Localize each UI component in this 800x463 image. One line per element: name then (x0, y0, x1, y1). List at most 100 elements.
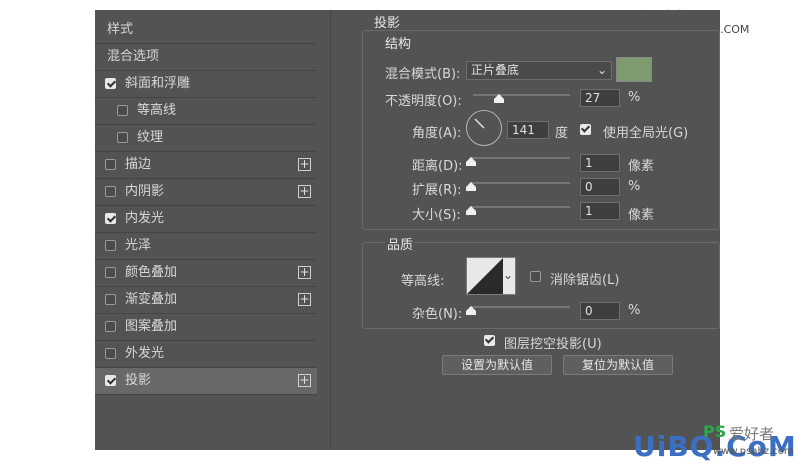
sidebar-item[interactable]: 渐变叠加 + (95, 287, 317, 313)
sidebar-item-label: 斜面和浮雕 (125, 76, 191, 91)
spread-value: 0 (585, 180, 593, 194)
sidebar-item-label: 内阴影 (125, 184, 165, 199)
watermark-ps: PS (703, 422, 727, 441)
sidebar-styles-label: 样式 (107, 22, 134, 37)
sidebar-item-checkbox[interactable] (117, 105, 128, 116)
sidebar-item[interactable]: 投影 + (95, 368, 317, 394)
add-icon[interactable]: + (298, 374, 311, 387)
sidebar-item[interactable]: 外发光 (95, 341, 317, 367)
global-light-checkbox[interactable] (580, 124, 591, 135)
sidebar-item-label: 描边 (125, 157, 152, 172)
size-value: 1 (585, 204, 593, 218)
sidebar-blend-options[interactable]: 混合选项 (95, 44, 317, 70)
angle-unit: 度 (555, 126, 569, 141)
add-icon[interactable]: + (298, 293, 311, 306)
section-title: 投影 (374, 16, 401, 31)
noise-unit: % (628, 303, 641, 318)
shadow-color-swatch[interactable] (616, 57, 652, 82)
sidebar-item-label: 渐变叠加 (125, 292, 178, 307)
sidebar-item-label: 内发光 (125, 211, 165, 226)
add-icon[interactable]: + (298, 158, 311, 171)
chevron-down-icon: ⌄ (596, 63, 607, 77)
opacity-input[interactable]: 27 (580, 89, 620, 107)
knockout-checkbox[interactable] (484, 335, 495, 346)
sidebar-styles[interactable]: 样式 (95, 17, 317, 43)
chevron-down-icon: ⌄ (502, 268, 513, 282)
angle-dial[interactable] (466, 110, 502, 146)
angle-dial-needle (474, 118, 485, 129)
distance-value: 1 (585, 156, 593, 170)
sidebar-item-checkbox[interactable] (105, 375, 116, 386)
contour-label: 等高线: (401, 274, 445, 289)
opacity-slider-track[interactable] (473, 94, 570, 96)
sidebar-item[interactable]: 纹理 (95, 125, 317, 151)
contour-picker[interactable]: ⌄ (466, 257, 516, 295)
blend-mode-value: 正片叠底 (471, 63, 520, 77)
opacity-unit: % (628, 90, 641, 105)
distance-label: 距离(D): (412, 159, 463, 174)
spread-slider-track[interactable] (470, 182, 570, 184)
contour-preview (467, 258, 503, 294)
noise-label: 杂色(N): (412, 307, 463, 322)
make-default-button[interactable]: 设置为默认值 (442, 355, 552, 375)
sidebar-item-checkbox[interactable] (105, 240, 116, 251)
sidebar-item-checkbox[interactable] (105, 159, 116, 170)
sidebar-item-checkbox[interactable] (105, 186, 116, 197)
distance-slider-track[interactable] (470, 157, 570, 159)
sidebar-item-checkbox[interactable] (105, 348, 116, 359)
distance-input[interactable]: 1 (580, 154, 620, 172)
panel-divider (330, 10, 331, 450)
add-icon[interactable]: + (298, 266, 311, 279)
watermark-bottom: UiBQ.CoM PS 爱好者 www.psahz.com (633, 420, 800, 463)
watermark-tagline: 爱好者 (729, 425, 775, 443)
structure-title: 结构 (385, 37, 412, 52)
angle-label: 角度(A): (412, 126, 462, 141)
sidebar-item[interactable]: 颜色叠加 + (95, 260, 317, 286)
divider (95, 394, 317, 395)
sidebar-item-checkbox[interactable] (117, 132, 128, 143)
spread-unit: % (628, 179, 641, 194)
distance-unit: 像素 (628, 159, 655, 174)
size-unit: 像素 (628, 208, 655, 223)
sidebar-item-label: 投影 (125, 373, 152, 388)
anti-alias-checkbox[interactable] (530, 271, 541, 282)
anti-alias-label: 消除锯齿(L) (550, 273, 620, 288)
sidebar-item-checkbox[interactable] (105, 213, 116, 224)
sidebar-item[interactable]: 斜面和浮雕 (95, 71, 317, 97)
sidebar-item-checkbox[interactable] (105, 78, 116, 89)
sidebar-item[interactable]: 图案叠加 (95, 314, 317, 340)
watermark-url: www.psahz.com (713, 446, 794, 457)
noise-input[interactable]: 0 (580, 302, 620, 320)
knockout-label: 图层挖空投影(U) (504, 337, 602, 352)
sidebar-item[interactable]: 内发光 (95, 206, 317, 232)
noise-value: 0 (585, 304, 593, 318)
sidebar-item-label: 纹理 (137, 130, 164, 145)
angle-input[interactable]: 141 (507, 121, 549, 139)
sidebar-item-label: 光泽 (125, 238, 152, 253)
sidebar-item-label: 等高线 (137, 103, 177, 118)
spread-label: 扩展(R): (412, 183, 462, 198)
opacity-value: 27 (585, 91, 601, 105)
quality-title: 品质 (385, 234, 416, 253)
sidebar-item[interactable]: 内阴影 + (95, 179, 317, 205)
sidebar-item-label: 外发光 (125, 346, 165, 361)
sidebar-blend-options-label: 混合选项 (107, 49, 160, 64)
opacity-label: 不透明度(O): (385, 94, 462, 109)
sidebar-item-checkbox[interactable] (105, 321, 116, 332)
sidebar-item[interactable]: 光泽 (95, 233, 317, 259)
reset-default-button[interactable]: 复位为默认值 (563, 355, 673, 375)
global-light-label: 使用全局光(G) (603, 126, 689, 141)
add-icon[interactable]: + (298, 185, 311, 198)
spread-input[interactable]: 0 (580, 178, 620, 196)
angle-value: 141 (512, 123, 535, 137)
sidebar-item-checkbox[interactable] (105, 267, 116, 278)
size-input[interactable]: 1 (580, 202, 620, 220)
blend-mode-select[interactable]: 正片叠底 ⌄ (466, 61, 612, 80)
noise-slider-track[interactable] (470, 306, 570, 308)
sidebar-item-checkbox[interactable] (105, 294, 116, 305)
sidebar-item[interactable]: 描边 + (95, 152, 317, 178)
sidebar-item[interactable]: 等高线 (95, 98, 317, 124)
sidebar-item-label: 图案叠加 (125, 319, 178, 334)
size-slider-track[interactable] (470, 206, 570, 208)
sidebar-item-label: 颜色叠加 (125, 265, 178, 280)
